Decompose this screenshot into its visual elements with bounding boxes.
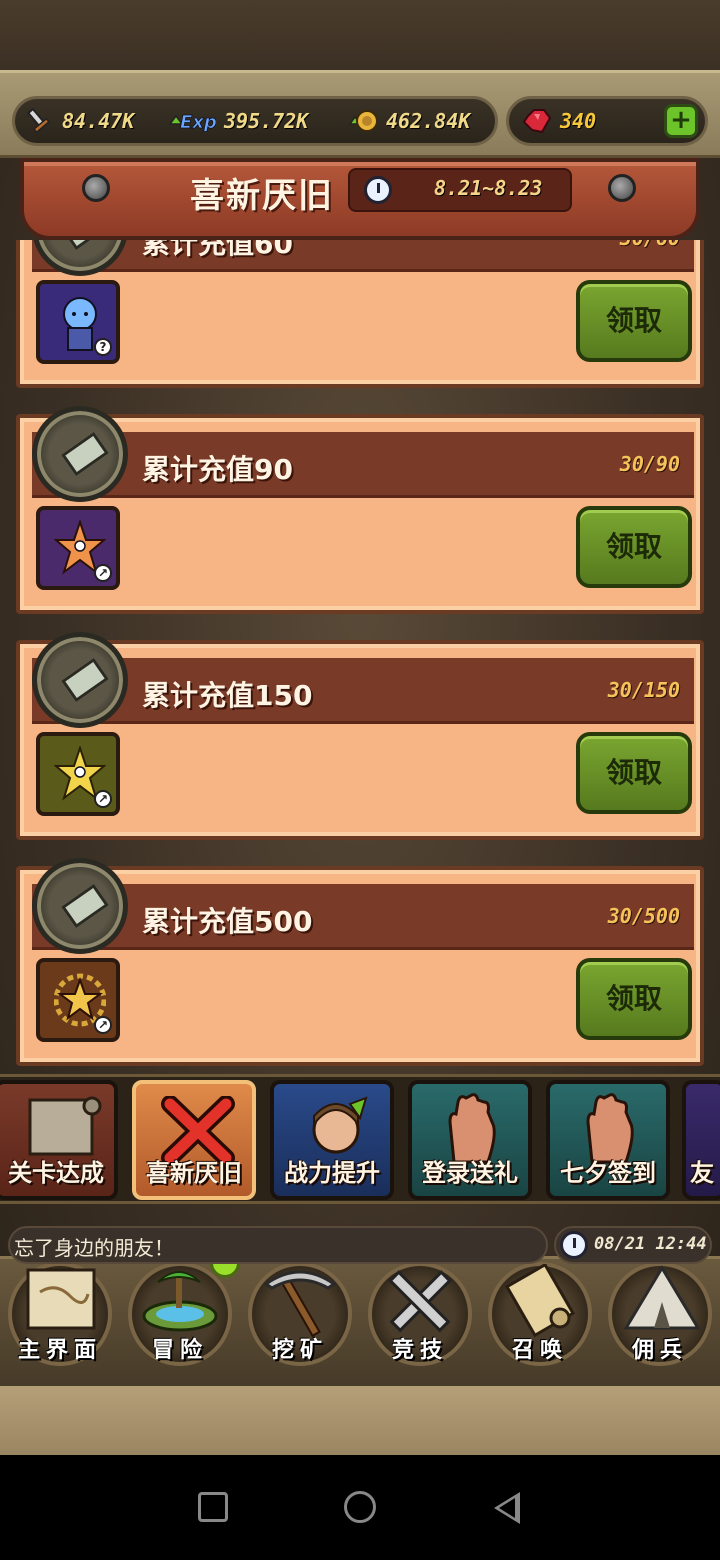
card-progress: 30/90 <box>619 452 680 476</box>
tab-friends-partial[interactable]: 友 <box>682 1080 720 1200</box>
tab-label: 友 <box>690 1159 714 1187</box>
reward-item[interactable]: ↗ <box>36 732 120 816</box>
card-title: 累计充值90 <box>142 453 293 486</box>
card-progress: 30/500 <box>607 904 680 928</box>
gem-resource: 340 <box>522 104 596 138</box>
reward-item[interactable]: ↗ <box>36 506 120 590</box>
attack-value: 84.47K <box>62 109 135 133</box>
exp-icon: Exp <box>168 112 216 133</box>
card-header: 累计充值60 30/60 <box>32 240 694 272</box>
tab-login-gift[interactable]: 登录送礼 <box>408 1080 532 1200</box>
attack-resource: 84.47K <box>24 104 134 138</box>
info-badge-icon: ? <box>94 338 112 356</box>
exp-value: 395.72K <box>224 109 309 133</box>
card-header: 累计充值90 30/90 <box>32 432 694 498</box>
claim-button[interactable]: 领取 <box>576 958 692 1040</box>
nav-mercenary[interactable]: 佣兵 <box>604 1262 716 1370</box>
summon-scroll-icon <box>504 1264 576 1338</box>
cash-medal-icon <box>32 632 128 728</box>
card-header: 累计充值500 30/500 <box>32 884 694 950</box>
tab-label: 喜新厌旧 <box>146 1159 242 1187</box>
sword-icon <box>26 107 50 134</box>
nav-label: 冒险 <box>151 1338 208 1363</box>
event-title: 喜新厌旧 <box>190 176 334 216</box>
link-badge-icon: ↗ <box>94 790 112 808</box>
link-badge-icon: ↗ <box>94 564 112 582</box>
nav-arena[interactable]: 竞技 <box>364 1262 476 1370</box>
nav-mining[interactable]: 挖矿 <box>244 1262 356 1370</box>
exp-resource: Exp 395.72K <box>168 104 308 138</box>
cash-medal-icon <box>32 406 128 502</box>
chat-message: 忘了身边的朋友！ <box>14 1236 174 1260</box>
reward-list[interactable]: 累计充值60 30/60 ? 领取 累计充值90 30/90 <box>0 240 720 1070</box>
reward-card-500: 累计充值500 30/500 ↗ 领取 <box>16 858 704 1066</box>
gold-resource: 462.84K <box>348 104 470 138</box>
card-progress: 30/60 <box>620 240 680 250</box>
current-time: 08/21 12:44 <box>594 1234 707 1254</box>
map-scroll-icon <box>26 1268 96 1330</box>
tab-event-active[interactable]: 喜新厌旧 <box>132 1080 256 1200</box>
reward-item[interactable]: ? <box>36 280 120 364</box>
card-title: 累计充值60 <box>142 240 293 260</box>
add-gems-button[interactable]: + <box>664 104 698 138</box>
claim-button[interactable]: 领取 <box>576 506 692 588</box>
tab-qixi-checkin[interactable]: 七夕签到 <box>546 1080 670 1200</box>
crossed-swords-icon <box>388 1270 452 1333</box>
event-date-range: 8.21~8.23 <box>434 176 543 200</box>
rivet-icon <box>608 174 636 202</box>
pickaxe-icon <box>263 1270 337 1338</box>
tab-label: 战力提升 <box>284 1159 380 1187</box>
claim-button[interactable]: 领取 <box>576 280 692 362</box>
nav-adventure[interactable]: 冒险 <box>124 1262 236 1370</box>
cash-medal-icon <box>32 858 128 954</box>
link-badge-icon: ↗ <box>94 1016 112 1034</box>
home-icon[interactable] <box>344 1491 376 1523</box>
tab-label: 关卡达成 <box>8 1159 104 1187</box>
rivet-icon <box>82 174 110 202</box>
clock-icon <box>364 176 392 204</box>
tab-stage-complete[interactable]: 关卡达成 <box>0 1080 118 1200</box>
nav-summon[interactable]: 召唤 <box>484 1262 596 1370</box>
ruby-icon <box>522 109 552 134</box>
game-screen: 84.47K Exp 395.72K 462.84K 340 + 累计充值60 … <box>0 0 720 1455</box>
clock-icon <box>560 1231 588 1259</box>
gem-value: 340 <box>560 109 597 133</box>
tab-label: 七夕签到 <box>560 1159 656 1187</box>
nav-label: 主界面 <box>17 1338 102 1363</box>
gold-coin-icon <box>348 110 378 132</box>
card-progress: 30/150 <box>607 678 680 702</box>
reward-item[interactable]: ↗ <box>36 958 120 1042</box>
top-backdrop <box>0 0 720 70</box>
nav-label: 召唤 <box>511 1338 568 1363</box>
recents-icon[interactable] <box>198 1492 228 1522</box>
reward-card-90: 累计充值90 30/90 ↗ 领取 <box>16 406 704 614</box>
reward-card-150: 累计充值150 30/150 ↗ 领取 <box>16 632 704 840</box>
bottom-backdrop <box>0 1386 720 1455</box>
gold-value: 462.84K <box>386 109 471 133</box>
tab-label: 登录送礼 <box>422 1159 518 1187</box>
nav-label: 佣兵 <box>631 1338 688 1363</box>
island-icon <box>142 1271 218 1332</box>
tab-power-up[interactable]: 战力提升 <box>270 1080 394 1200</box>
card-title: 累计充值150 <box>142 679 313 712</box>
tent-icon <box>623 1265 701 1330</box>
reward-card-60: 累计充值60 30/60 ? 领取 <box>16 240 704 388</box>
nav-home[interactable]: 主界面 <box>4 1262 116 1370</box>
nav-label: 挖矿 <box>271 1338 328 1363</box>
claim-button[interactable]: 领取 <box>576 732 692 814</box>
nav-label: 竞技 <box>391 1338 448 1363</box>
card-title: 累计充值500 <box>142 905 313 938</box>
svg-text:Exp: Exp <box>180 112 216 133</box>
card-header: 累计充值150 30/150 <box>32 658 694 724</box>
